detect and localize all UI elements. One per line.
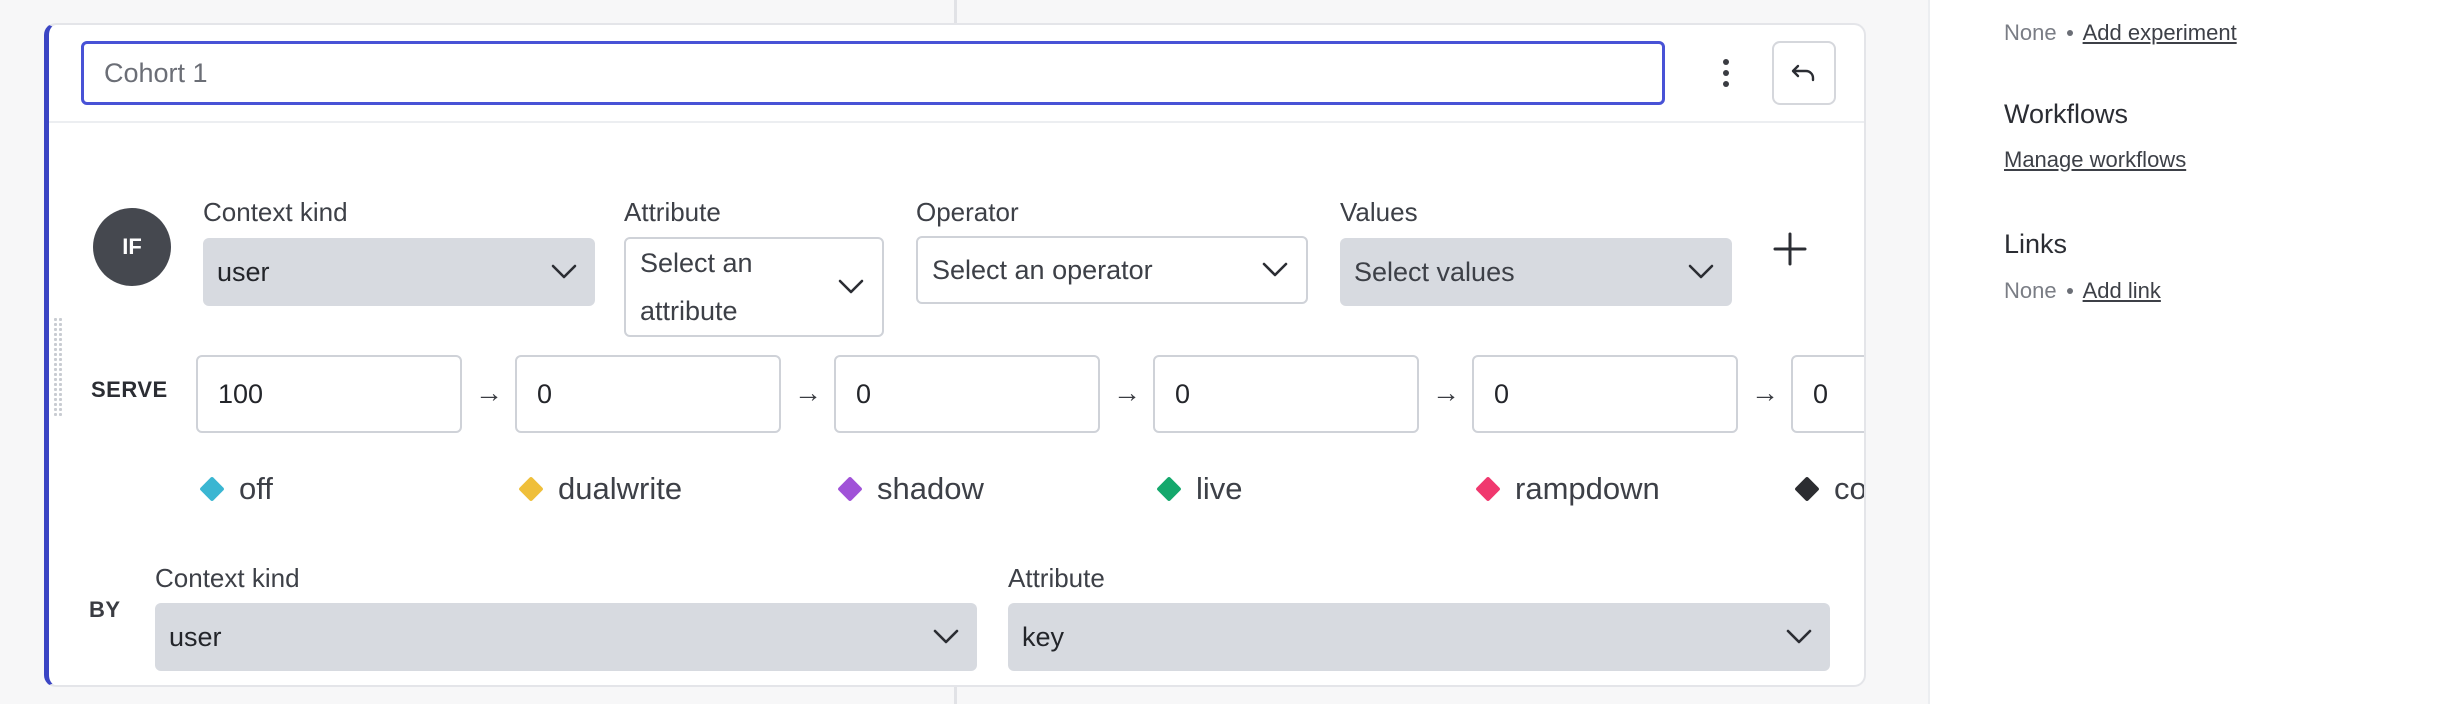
arrow-right-icon: → bbox=[1113, 377, 1141, 408]
values-select[interactable]: Select values bbox=[1340, 238, 1732, 306]
values-placeholder: Select values bbox=[1354, 256, 1515, 287]
separator-dot bbox=[2066, 288, 2073, 294]
attribute-select[interactable]: Select an attribute bbox=[624, 237, 884, 337]
chevron-down-icon bbox=[838, 279, 864, 294]
undo-icon bbox=[1791, 64, 1815, 82]
kebab-dot-icon bbox=[1723, 70, 1729, 76]
drag-handle[interactable] bbox=[53, 317, 63, 417]
rule-name-input[interactable] bbox=[81, 41, 1665, 105]
rollout-input-off[interactable] bbox=[196, 355, 462, 433]
by-attribute-select[interactable]: key bbox=[1008, 603, 1830, 671]
context-kind-label: Context kind bbox=[203, 197, 348, 227]
serve-label: SERVE bbox=[91, 377, 168, 402]
workflows-row: Manage workflows bbox=[2004, 147, 2186, 173]
add-experiment-link[interactable]: Add experiment bbox=[2083, 20, 2237, 46]
variation-shadow: shadow bbox=[837, 471, 984, 507]
values-label: Values bbox=[1340, 197, 1418, 227]
variation-rampdown: rampdown bbox=[1475, 471, 1660, 507]
variation-complete: complete bbox=[1794, 471, 1866, 507]
arrow-right-icon: → bbox=[794, 377, 822, 408]
attribute-label: Attribute bbox=[624, 197, 721, 227]
links-row: None Add link bbox=[2004, 278, 2161, 304]
rule-header bbox=[49, 25, 1864, 123]
diamond-icon bbox=[1475, 476, 1501, 502]
rollout-input-rampdown[interactable] bbox=[1472, 355, 1738, 433]
variation-dualwrite: dualwrite bbox=[518, 471, 682, 507]
context-kind-select[interactable]: user bbox=[203, 238, 595, 306]
arrow-right-icon: → bbox=[1751, 377, 1779, 408]
variation-name: dualwrite bbox=[558, 471, 683, 506]
diamond-icon bbox=[1794, 476, 1820, 502]
variation-off: off bbox=[199, 471, 273, 507]
chevron-down-icon bbox=[1688, 264, 1714, 279]
by-label: BY bbox=[89, 597, 121, 622]
variation-name: complete bbox=[1834, 471, 1866, 506]
variation-name: off bbox=[239, 471, 273, 506]
kebab-dot-icon bbox=[1723, 81, 1729, 87]
variation-name: live bbox=[1196, 471, 1243, 506]
context-kind-value: user bbox=[217, 256, 270, 287]
rollout-input-complete[interactable] bbox=[1791, 355, 1864, 433]
by-attribute-label: Attribute bbox=[1008, 563, 1105, 593]
right-sidebar: None Add experiment Workflows Manage wor… bbox=[1928, 0, 2464, 704]
links-title: Links bbox=[2004, 229, 2068, 259]
by-context-kind-label: Context kind bbox=[155, 563, 300, 593]
diamond-icon bbox=[837, 476, 863, 502]
manage-workflows-link[interactable]: Manage workflows bbox=[2004, 147, 2186, 173]
chevron-down-icon bbox=[1786, 629, 1812, 644]
separator-dot bbox=[2066, 30, 2073, 36]
diamond-icon bbox=[1156, 476, 1182, 502]
variation-live: live bbox=[1156, 471, 1243, 507]
diamond-icon bbox=[518, 476, 544, 502]
rollout-input-shadow[interactable] bbox=[834, 355, 1100, 433]
operator-label: Operator bbox=[916, 197, 1019, 227]
chevron-down-icon bbox=[933, 629, 959, 644]
chevron-down-icon bbox=[551, 264, 577, 279]
operator-select[interactable]: Select an operator bbox=[916, 236, 1308, 304]
diamond-icon bbox=[199, 476, 225, 502]
attribute-placeholder: Select an attribute bbox=[640, 248, 753, 326]
add-clause-icon[interactable] bbox=[1772, 231, 1808, 267]
targeting-rule-card: IF Context kind user Attribute Select an… bbox=[44, 23, 1866, 687]
experiments-none: None bbox=[2004, 20, 2057, 45]
workflows-title: Workflows bbox=[2004, 99, 2129, 129]
rollout-input-live[interactable] bbox=[1153, 355, 1419, 433]
add-link-link[interactable]: Add link bbox=[2083, 278, 2161, 304]
operator-placeholder: Select an operator bbox=[932, 254, 1153, 285]
by-context-kind-value: user bbox=[169, 621, 222, 652]
links-none: None bbox=[2004, 278, 2057, 303]
by-context-kind-select[interactable]: user bbox=[155, 603, 977, 671]
rollout-input-dualwrite[interactable] bbox=[515, 355, 781, 433]
variation-name: rampdown bbox=[1515, 471, 1660, 506]
if-badge: IF bbox=[93, 208, 171, 286]
kebab-dot-icon bbox=[1723, 59, 1729, 65]
arrow-right-icon: → bbox=[475, 377, 503, 408]
connector-line-bottom bbox=[954, 687, 957, 704]
variation-name: shadow bbox=[877, 471, 984, 506]
connector-line-top bbox=[954, 0, 957, 23]
undo-button[interactable] bbox=[1772, 41, 1836, 105]
by-attribute-value: key bbox=[1022, 621, 1065, 652]
chevron-down-icon bbox=[1262, 262, 1288, 277]
experiments-row: None Add experiment bbox=[2004, 20, 2237, 46]
arrow-right-icon: → bbox=[1432, 377, 1460, 408]
more-options-button[interactable] bbox=[1704, 49, 1748, 97]
